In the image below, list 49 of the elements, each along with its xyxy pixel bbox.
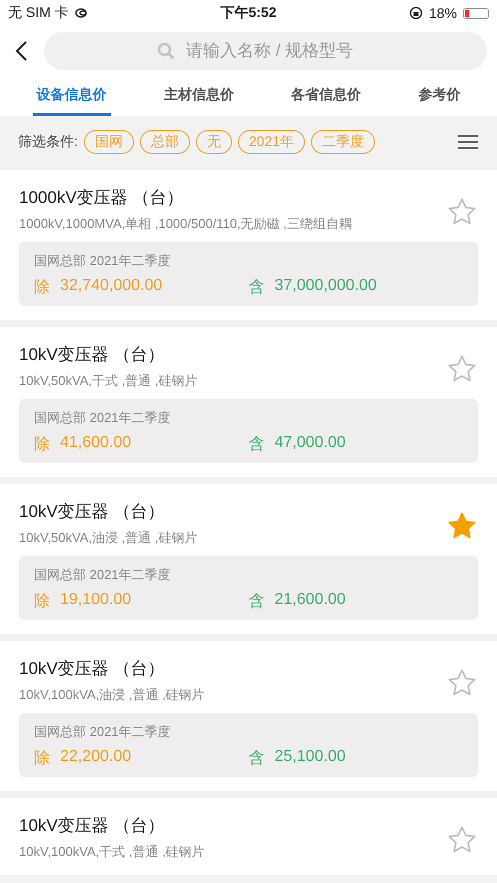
product-card[interactable]: 1000kV变压器 （台） 1000kV,1000MVA,单相 ,1000/500/110,无励磁 ,三绕组自耦 国网总部 2021年二季度 除 32,740,000.00 含 37,000,000.00 (0, 170, 497, 320)
product-title: 1000kV变压器 （台） (19, 187, 184, 209)
excl-tax-price: 41,600.00 (60, 434, 132, 453)
back-icon[interactable] (14, 40, 28, 62)
category-tab[interactable]: 各省信息价 (287, 78, 366, 116)
incl-tax-price: 25,100.00 (274, 748, 346, 767)
incl-tax-label: 含 (248, 749, 264, 769)
menu-icon[interactable] (457, 134, 479, 150)
excl-tax-label: 除 (34, 278, 50, 298)
rotation-lock-icon (408, 6, 423, 20)
category-tab[interactable]: 参考价 (414, 78, 464, 116)
product-spec: 10kV,100kVA,油浸 ,普通 ,硅钢片 (19, 686, 205, 704)
excl-tax-label: 除 (34, 435, 50, 455)
carrier-text: 无 SIM 卡 (8, 4, 69, 22)
excl-tax-price: 19,100.00 (60, 591, 132, 610)
product-spec: 10kV,100kVA,干式 ,普通 ,硅钢片 (19, 843, 205, 861)
price-source: 国网总部 2021年二季度 (34, 723, 172, 741)
incl-tax-price: 21,600.00 (274, 591, 346, 610)
battery-percent: 18% (428, 5, 457, 21)
product-title: 10kV变压器 （台） (19, 815, 166, 837)
clock-time: 下午5:52 (220, 4, 277, 22)
product-spec: 1000kV,1000MVA,单相 ,1000/500/110,无励磁 ,三绕组自耦 (19, 215, 352, 233)
incl-tax-price: 47,000.00 (274, 434, 346, 453)
product-card[interactable]: 10kV变压器 （台） 10kV,50kVA,干式 ,普通 ,硅钢片 国网总部 2021年二季度 除 41,600.00 含 47,000.00 (0, 327, 497, 477)
product-spec: 10kV,50kVA,油浸 ,普通 ,硅钢片 (19, 529, 198, 547)
product-title: 10kV变压器 （台） (19, 501, 166, 523)
excl-tax-price: 32,740,000.00 (60, 277, 162, 296)
search-field[interactable]: 请输入名称 / 规格型号 (44, 32, 487, 70)
category-tab[interactable]: 主材信息价 (160, 78, 238, 116)
product-spec: 10kV,50kVA,干式 ,普通 ,硅钢片 (19, 372, 198, 390)
product-title: 10kV变压器 （台） (19, 344, 166, 366)
battery-icon (463, 8, 489, 18)
price-source: 国网总部 2021年二季度 (34, 566, 172, 584)
product-card[interactable]: 10kV变压器 （台） 10kV,50kVA,油浸 ,普通 ,硅钢片 国网总部 2021年二季度 除 19,100.00 含 21,600.00 (0, 484, 497, 634)
incl-tax-label: 含 (248, 592, 264, 612)
price-source: 国网总部 2021年二季度 (34, 409, 172, 427)
product-card[interactable]: 10kV变压器 （台） 10kV,100kVA,油浸 ,普通 ,硅钢片 国网总部 2021年二季度 除 22,200.00 含 25,100.00 (0, 641, 497, 791)
filter-label: 筛选条件: (18, 133, 78, 151)
category-tab[interactable]: 设备信息价 (32, 78, 111, 116)
price-source: 国网总部 2021年二季度 (34, 252, 172, 270)
product-title: 10kV变压器 （台） (19, 658, 166, 680)
excl-tax-label: 除 (34, 592, 50, 612)
product-card[interactable]: 10kV变压器 （台） 10kV,100kVA,干式 ,普通 ,硅钢片 (0, 798, 497, 875)
link-icon (74, 7, 89, 19)
excl-tax-label: 除 (34, 749, 50, 769)
excl-tax-price: 22,200.00 (60, 748, 132, 767)
incl-tax-label: 含 (248, 278, 264, 298)
incl-tax-price: 37,000,000.00 (274, 277, 377, 296)
incl-tax-label: 含 (248, 435, 264, 455)
